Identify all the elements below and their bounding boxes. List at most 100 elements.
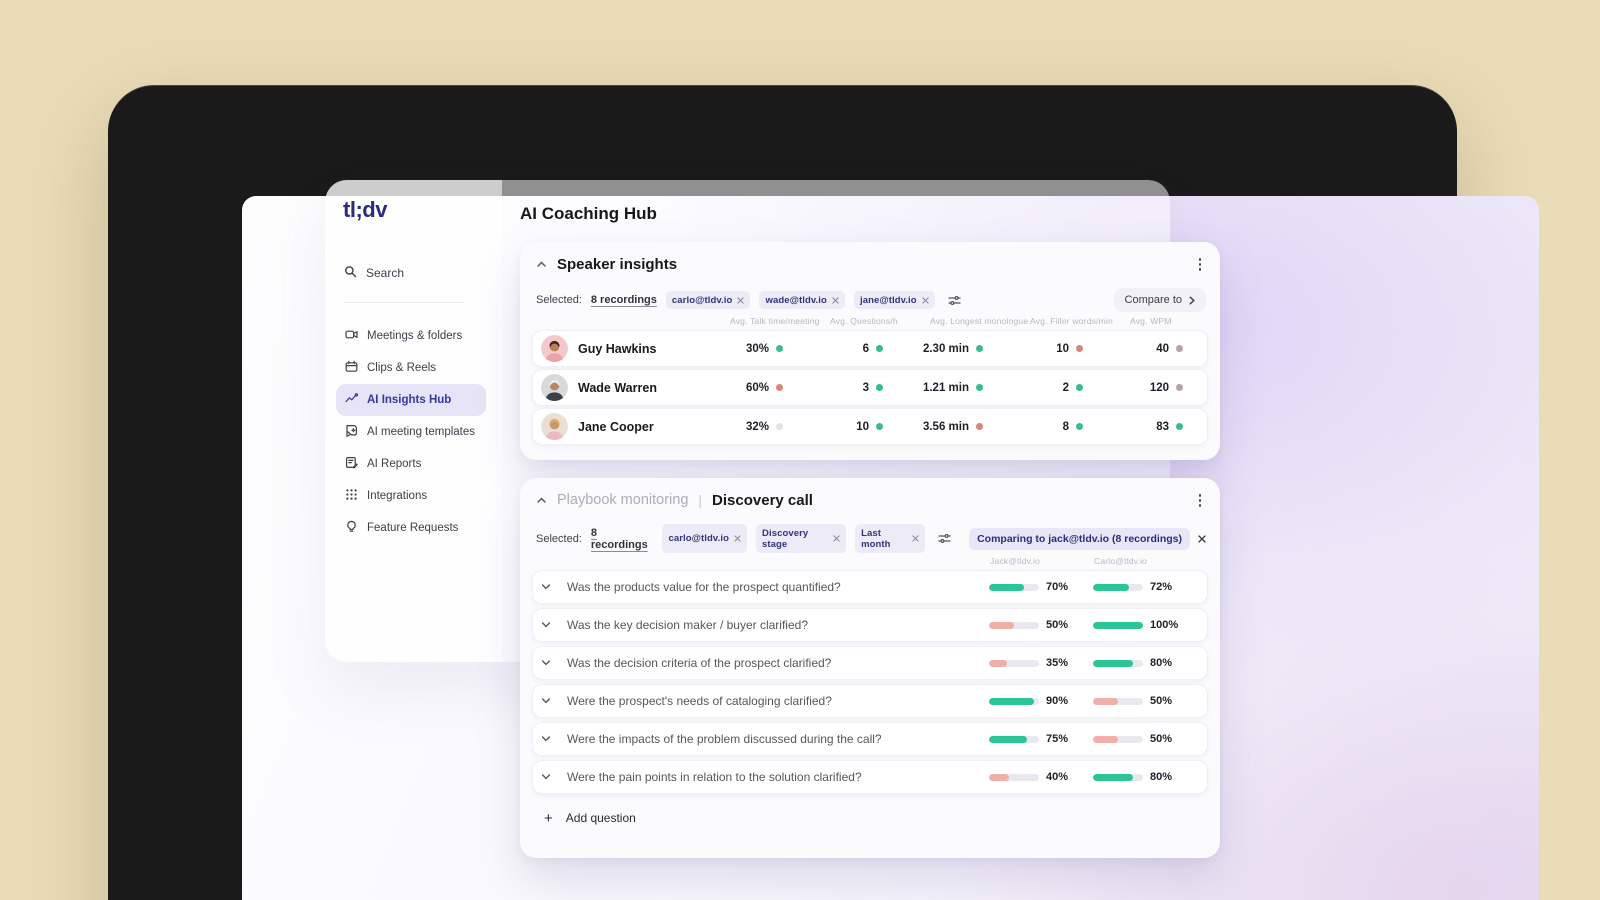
score-cell: 50% [989, 619, 1093, 631]
close-icon[interactable] [833, 535, 840, 542]
table-row[interactable]: Guy Hawkins 30% 6 2.30 min 10 40 [532, 330, 1208, 367]
table-row[interactable]: Jane Cooper 32% 10 3.56 min 8 83 [532, 408, 1208, 445]
score-label: 80% [1150, 771, 1173, 783]
chevron-down-icon[interactable] [541, 735, 567, 743]
filter-chip[interactable]: carlo@tldv.io [662, 524, 747, 553]
selected-recordings-link[interactable]: 8 recordings [591, 294, 657, 306]
filter-chips: carlo@tldv.io wade@tldv.io jane@tldv.io [665, 291, 935, 309]
template-icon [345, 424, 358, 440]
status-dot [776, 345, 783, 352]
question-row[interactable]: Were the prospect's needs of cataloging … [532, 684, 1208, 718]
question-row[interactable]: Was the decision criteria of the prospec… [532, 646, 1208, 680]
insights-chart-icon [345, 392, 359, 408]
collapse-section-button[interactable] [536, 496, 547, 505]
progress-bar-fill [989, 773, 1009, 781]
table-row[interactable]: Wade Warren 60% 3 1.21 min 2 120 [532, 369, 1208, 406]
chevron-down-icon[interactable] [541, 621, 567, 629]
playbook-filter-row: Selected: 8 recordings carlo@tldv.io Disc… [536, 524, 1206, 553]
column-header: Avg. WPM [1130, 316, 1172, 326]
close-icon[interactable] [1198, 534, 1206, 543]
sidebar-item-meetings-folders[interactable]: Meetings & folders [336, 320, 486, 352]
filter-chip[interactable]: Discovery stage [756, 524, 847, 553]
selected-recordings-link[interactable]: 8 recordings [591, 527, 654, 551]
chevron-down-icon[interactable] [541, 659, 567, 667]
close-icon[interactable] [832, 296, 839, 304]
progress-bar-fill [989, 659, 1007, 667]
score-label: 50% [1046, 619, 1069, 631]
score-label: 50% [1150, 695, 1173, 707]
sidebar-item-label: Integrations [367, 490, 428, 502]
add-question-button[interactable]: + Add question [532, 800, 1208, 836]
close-icon[interactable] [734, 535, 741, 542]
search-icon [344, 265, 357, 281]
close-icon[interactable] [737, 296, 745, 304]
more-options-button[interactable] [1194, 491, 1207, 510]
metric-cell: 30% [717, 343, 817, 355]
search-button[interactable]: Search [344, 265, 404, 281]
sidebar-item-label: Clips & Reels [367, 362, 437, 374]
score-cell: 80% [1093, 771, 1197, 783]
speaker-cell: Wade Warren [541, 374, 717, 401]
avatar [541, 374, 568, 401]
status-dot [1176, 384, 1183, 391]
filter-chip[interactable]: wade@tldv.io [759, 291, 845, 309]
filter-icon[interactable] [948, 295, 961, 306]
playbook-header: Playbook monitoring | Discovery call [536, 491, 1206, 510]
question-row[interactable]: Was the products value for the prospect … [532, 570, 1208, 604]
speaker-cell: Guy Hawkins [541, 335, 717, 362]
status-dot [1076, 384, 1083, 391]
table-column-headers: Avg. Talk time/meeting Avg. Questions/h Av… [532, 316, 1208, 326]
title-separator: | [698, 492, 703, 509]
score-label: 80% [1150, 657, 1173, 669]
sidebar-item-clips-reels[interactable]: Clips & Reels [336, 352, 486, 384]
close-icon[interactable] [922, 296, 929, 304]
question-text: Was the products value for the prospect … [567, 580, 841, 594]
progress-bar [989, 735, 1039, 743]
sidebar-nav: Meetings & folders Clips & Reels AI Insigh… [336, 320, 486, 544]
metric-cell: 3 [817, 382, 917, 394]
score-cell: 90% [989, 695, 1093, 707]
comparing-badge[interactable]: Comparing to jack@tldv.io (8 recordings) [969, 527, 1206, 550]
progress-bar [989, 583, 1039, 591]
speaker-insights-card: Speaker insights Selected: 8 recordings … [520, 242, 1220, 460]
sidebar-item-ai-insights-hub[interactable]: AI Insights Hub [336, 384, 486, 416]
question-row[interactable]: Were the impacts of the problem discusse… [532, 722, 1208, 756]
lightbulb-icon [345, 520, 358, 536]
question-row[interactable]: Was the key decision maker / buyer clari… [532, 608, 1208, 642]
avatar [541, 335, 568, 362]
column-header: Avg. Longest monologue [930, 316, 1029, 326]
sidebar-item-ai-meeting-templates[interactable]: AI meeting templates [336, 416, 486, 448]
status-dot [1076, 423, 1083, 430]
comparing-badge-label: Comparing to jack@tldv.io (8 recordings) [969, 527, 1190, 550]
comparison-column-header: Jack@tldv.io [990, 556, 1041, 566]
sidebar-item-ai-reports[interactable]: AI Reports [336, 448, 486, 480]
metric-value: 2 [1062, 381, 1069, 394]
more-options-button[interactable] [1194, 255, 1207, 274]
filter-icon[interactable] [938, 533, 951, 544]
grid-icon [345, 488, 358, 504]
chevron-down-icon[interactable] [541, 697, 567, 705]
metric-cell: 10 [1017, 343, 1117, 355]
question-row[interactable]: Were the pain points in relation to the … [532, 760, 1208, 794]
score-cell: 100% [1093, 619, 1197, 631]
sidebar-item-integrations[interactable]: Integrations [336, 480, 486, 512]
sidebar-item-feature-requests[interactable]: Feature Requests [336, 512, 486, 544]
status-dot [1176, 345, 1183, 352]
clips-icon [345, 360, 358, 376]
progress-bar [989, 659, 1039, 667]
filter-chip[interactable]: jane@tldv.io [853, 291, 935, 309]
close-icon[interactable] [912, 535, 919, 542]
status-dot [976, 384, 983, 391]
metric-value: 10 [1056, 342, 1069, 355]
tldv-logo: tl;dv [343, 197, 387, 222]
compare-to-button[interactable]: Compare to [1113, 288, 1206, 312]
status-dot [1176, 423, 1183, 430]
filter-chip[interactable]: Last month [855, 524, 926, 553]
report-icon [345, 456, 358, 472]
score-cell: 50% [1093, 733, 1197, 745]
score-label: 70% [1046, 581, 1069, 593]
collapse-section-button[interactable] [536, 260, 547, 269]
chevron-down-icon[interactable] [541, 773, 567, 781]
filter-chip[interactable]: carlo@tldv.io [665, 291, 751, 309]
chevron-down-icon[interactable] [541, 583, 567, 591]
